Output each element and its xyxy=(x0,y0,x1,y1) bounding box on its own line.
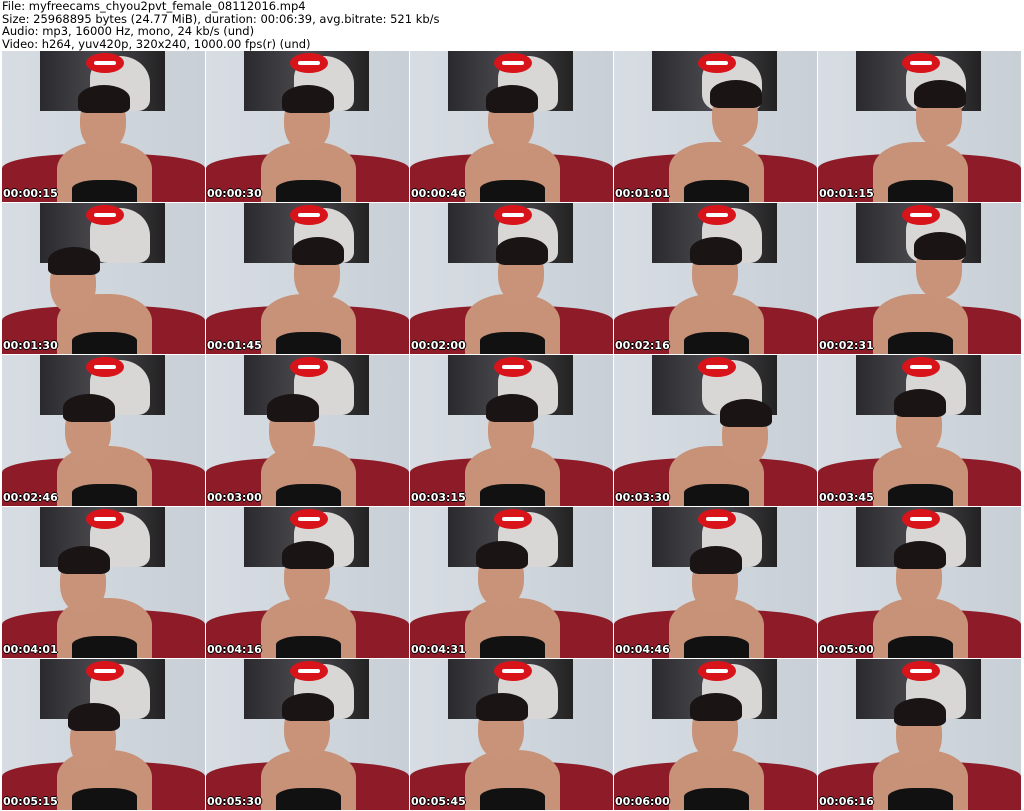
video-thumbnail: 00:01:15 xyxy=(818,51,1021,202)
lips-graphic xyxy=(494,205,532,225)
video-info: Video: h264, yuv420p, 320x240, 1000.00 f… xyxy=(2,36,311,51)
video-thumbnail: 00:05:45 xyxy=(410,659,613,810)
timestamp: 00:03:00 xyxy=(207,491,262,504)
timestamp: 00:05:30 xyxy=(207,795,262,808)
lips-graphic xyxy=(698,509,736,529)
lips-graphic xyxy=(494,53,532,73)
video-thumbnail: 00:01:45 xyxy=(206,203,409,354)
lips-graphic xyxy=(698,357,736,377)
timestamp: 00:00:30 xyxy=(207,187,262,200)
timestamp: 00:05:45 xyxy=(411,795,466,808)
video-thumbnail: 00:03:45 xyxy=(818,355,1021,506)
timestamp: 00:00:15 xyxy=(3,187,58,200)
timestamp: 00:02:00 xyxy=(411,339,466,352)
video-thumbnail: 00:04:01 xyxy=(2,507,205,658)
timestamp: 00:02:46 xyxy=(3,491,58,504)
timestamp: 00:04:01 xyxy=(3,643,58,656)
video-thumbnail: 00:04:46 xyxy=(614,507,817,658)
lips-graphic xyxy=(290,53,328,73)
timestamp: 00:03:15 xyxy=(411,491,466,504)
file-name: File: myfreecams_chyou2pvt_female_081120… xyxy=(2,0,306,13)
video-thumbnail: 00:01:01 xyxy=(614,51,817,202)
video-thumbnail: 00:02:31 xyxy=(818,203,1021,354)
lips-graphic xyxy=(698,661,736,681)
timestamp: 00:01:30 xyxy=(3,339,58,352)
video-thumbnail: 00:06:00 xyxy=(614,659,817,810)
lips-graphic xyxy=(86,205,124,225)
video-thumbnail: 00:00:46 xyxy=(410,51,613,202)
video-thumbnail: 00:03:30 xyxy=(614,355,817,506)
video-thumbnail: 00:02:46 xyxy=(2,355,205,506)
video-thumbnail: 00:05:15 xyxy=(2,659,205,810)
timestamp: 00:03:45 xyxy=(819,491,874,504)
lips-graphic xyxy=(902,661,940,681)
video-thumbnail: 00:04:16 xyxy=(206,507,409,658)
thumbnail-grid: 00:00:15 00:00:30 00:00:46 00:01:01 00:01:15… xyxy=(2,51,1021,810)
timestamp: 00:02:16 xyxy=(615,339,670,352)
lips-graphic xyxy=(902,53,940,73)
video-thumbnail: 00:05:00 xyxy=(818,507,1021,658)
lips-graphic xyxy=(494,357,532,377)
timestamp: 00:04:46 xyxy=(615,643,670,656)
lips-graphic xyxy=(86,357,124,377)
lips-graphic xyxy=(494,661,532,681)
timestamp: 00:02:31 xyxy=(819,339,874,352)
lips-graphic xyxy=(902,357,940,377)
timestamp: 00:01:15 xyxy=(819,187,874,200)
lips-graphic xyxy=(86,53,124,73)
lips-graphic xyxy=(698,53,736,73)
video-thumbnail: 00:03:00 xyxy=(206,355,409,506)
lips-graphic xyxy=(290,205,328,225)
video-thumbnail: 00:03:15 xyxy=(410,355,613,506)
video-thumbnail: 00:04:31 xyxy=(410,507,613,658)
video-thumbnail: 00:06:16 xyxy=(818,659,1021,810)
timestamp: 00:04:16 xyxy=(207,643,262,656)
lips-graphic xyxy=(86,509,124,529)
timestamp: 00:01:45 xyxy=(207,339,262,352)
video-thumbnail: 00:01:30 xyxy=(2,203,205,354)
video-thumbnail: 00:05:30 xyxy=(206,659,409,810)
video-thumbnail: 00:02:00 xyxy=(410,203,613,354)
timestamp: 00:05:00 xyxy=(819,643,874,656)
lips-graphic xyxy=(902,205,940,225)
timestamp: 00:06:00 xyxy=(615,795,670,808)
video-thumbnail: 00:00:15 xyxy=(2,51,205,202)
file-info-header: File: myfreecams_chyou2pvt_female_081120… xyxy=(2,0,440,50)
lips-graphic xyxy=(902,509,940,529)
lips-graphic xyxy=(290,357,328,377)
timestamp: 00:01:01 xyxy=(615,187,670,200)
lips-graphic xyxy=(290,509,328,529)
lips-graphic xyxy=(698,205,736,225)
lips-graphic xyxy=(86,661,124,681)
lips-graphic xyxy=(494,509,532,529)
timestamp: 00:00:46 xyxy=(411,187,466,200)
video-thumbnail: 00:00:30 xyxy=(206,51,409,202)
video-thumbnail: 00:02:16 xyxy=(614,203,817,354)
timestamp: 00:03:30 xyxy=(615,491,670,504)
timestamp: 00:06:16 xyxy=(819,795,874,808)
timestamp: 00:05:15 xyxy=(3,795,58,808)
lips-graphic xyxy=(290,661,328,681)
audio-info: Audio: mp3, 16000 Hz, mono, 24 kb/s (und… xyxy=(2,24,255,38)
timestamp: 00:04:31 xyxy=(411,643,466,656)
